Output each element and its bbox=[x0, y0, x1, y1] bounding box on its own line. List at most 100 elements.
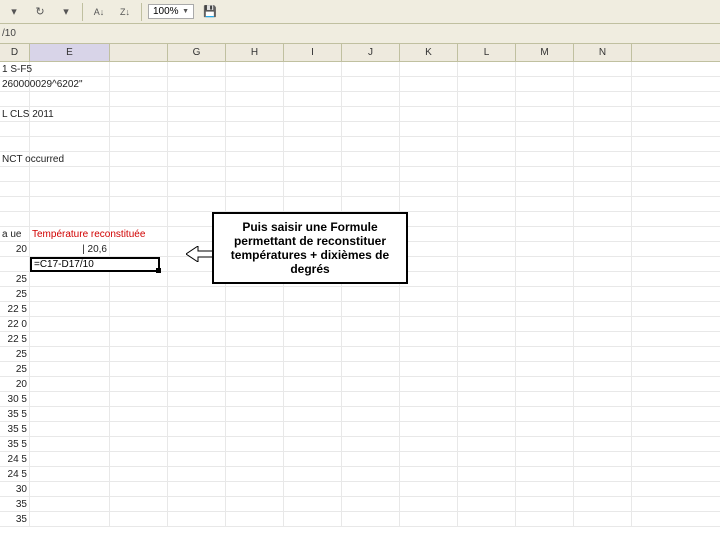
cell[interactable]: 260000029^6202" bbox=[0, 77, 30, 91]
cell[interactable] bbox=[168, 407, 226, 421]
cell[interactable] bbox=[574, 437, 632, 451]
cell[interactable] bbox=[284, 152, 342, 166]
cell[interactable] bbox=[574, 77, 632, 91]
cell[interactable] bbox=[30, 137, 110, 151]
cell[interactable] bbox=[30, 167, 110, 181]
cell[interactable] bbox=[458, 332, 516, 346]
cell[interactable]: 35 5 bbox=[0, 437, 30, 451]
cell[interactable]: a ue bbox=[0, 227, 30, 241]
cell[interactable]: 35 5 bbox=[0, 422, 30, 436]
cell[interactable] bbox=[226, 197, 284, 211]
cell[interactable] bbox=[458, 227, 516, 241]
cell[interactable] bbox=[226, 137, 284, 151]
cell[interactable] bbox=[458, 107, 516, 121]
cell[interactable]: 22 0 bbox=[0, 317, 30, 331]
cell[interactable] bbox=[342, 422, 400, 436]
cell[interactable] bbox=[110, 107, 168, 121]
dropdown-icon[interactable]: ▾ bbox=[56, 2, 76, 22]
cell[interactable] bbox=[516, 347, 574, 361]
cell[interactable] bbox=[574, 182, 632, 196]
cell[interactable] bbox=[168, 107, 226, 121]
cell[interactable] bbox=[516, 452, 574, 466]
cell[interactable] bbox=[168, 302, 226, 316]
cell[interactable] bbox=[458, 242, 516, 256]
col-header-l[interactable]: L bbox=[458, 44, 516, 61]
cell[interactable] bbox=[458, 422, 516, 436]
cell[interactable] bbox=[400, 107, 458, 121]
cell[interactable]: L CLS 2011 bbox=[0, 107, 30, 121]
cell[interactable] bbox=[516, 182, 574, 196]
cell[interactable] bbox=[574, 467, 632, 481]
cell[interactable] bbox=[516, 377, 574, 391]
cell[interactable] bbox=[342, 497, 400, 511]
cell[interactable] bbox=[30, 197, 110, 211]
cell[interactable] bbox=[110, 152, 168, 166]
cell[interactable] bbox=[458, 287, 516, 301]
cell[interactable]: 25 bbox=[0, 287, 30, 301]
cell[interactable] bbox=[458, 212, 516, 226]
cell[interactable] bbox=[110, 317, 168, 331]
cell[interactable] bbox=[574, 92, 632, 106]
cell[interactable] bbox=[168, 332, 226, 346]
cell[interactable] bbox=[458, 137, 516, 151]
cell[interactable] bbox=[400, 197, 458, 211]
cell[interactable] bbox=[226, 167, 284, 181]
cell[interactable] bbox=[516, 362, 574, 376]
cell[interactable]: 30 5 bbox=[0, 392, 30, 406]
cell[interactable] bbox=[30, 407, 110, 421]
cell[interactable] bbox=[342, 302, 400, 316]
cell[interactable]: 22 5 bbox=[0, 302, 30, 316]
cell[interactable] bbox=[110, 422, 168, 436]
cell[interactable] bbox=[342, 347, 400, 361]
cell[interactable] bbox=[110, 497, 168, 511]
cell[interactable] bbox=[110, 377, 168, 391]
cell[interactable] bbox=[516, 152, 574, 166]
cell[interactable] bbox=[30, 512, 110, 526]
dropdown-icon[interactable]: ▾ bbox=[4, 2, 24, 22]
cell[interactable] bbox=[110, 362, 168, 376]
cell[interactable] bbox=[400, 62, 458, 76]
cell[interactable] bbox=[226, 512, 284, 526]
cell[interactable] bbox=[30, 272, 110, 286]
cell[interactable] bbox=[458, 482, 516, 496]
col-header-n[interactable]: N bbox=[574, 44, 632, 61]
save-icon[interactable]: 💾 bbox=[200, 2, 220, 22]
cell[interactable] bbox=[284, 452, 342, 466]
cell[interactable] bbox=[400, 377, 458, 391]
cell[interactable] bbox=[226, 497, 284, 511]
cell[interactable] bbox=[516, 257, 574, 271]
cell[interactable] bbox=[0, 197, 30, 211]
cell[interactable] bbox=[284, 347, 342, 361]
cell[interactable] bbox=[574, 332, 632, 346]
cell[interactable] bbox=[574, 287, 632, 301]
cell[interactable] bbox=[458, 437, 516, 451]
cell[interactable] bbox=[400, 122, 458, 136]
cell[interactable] bbox=[342, 452, 400, 466]
cell[interactable] bbox=[226, 317, 284, 331]
cell[interactable] bbox=[458, 272, 516, 286]
cell[interactable] bbox=[458, 392, 516, 406]
cell[interactable] bbox=[110, 302, 168, 316]
cell[interactable] bbox=[516, 332, 574, 346]
cell[interactable] bbox=[30, 122, 110, 136]
cell[interactable] bbox=[400, 242, 458, 256]
cell[interactable] bbox=[516, 497, 574, 511]
cell[interactable] bbox=[458, 197, 516, 211]
cell[interactable] bbox=[400, 257, 458, 271]
cell[interactable] bbox=[226, 152, 284, 166]
cell[interactable] bbox=[516, 242, 574, 256]
cell[interactable] bbox=[458, 302, 516, 316]
cell[interactable] bbox=[284, 167, 342, 181]
cell[interactable] bbox=[110, 197, 168, 211]
cell[interactable] bbox=[30, 92, 110, 106]
cell[interactable] bbox=[226, 422, 284, 436]
col-header-j[interactable]: J bbox=[342, 44, 400, 61]
cell[interactable] bbox=[342, 92, 400, 106]
cell[interactable] bbox=[400, 227, 458, 241]
cell[interactable] bbox=[574, 452, 632, 466]
cell[interactable] bbox=[516, 137, 574, 151]
active-cell[interactable]: =C17-D17/10 bbox=[30, 257, 160, 272]
cell[interactable] bbox=[516, 512, 574, 526]
cell[interactable] bbox=[458, 152, 516, 166]
cell[interactable] bbox=[226, 92, 284, 106]
